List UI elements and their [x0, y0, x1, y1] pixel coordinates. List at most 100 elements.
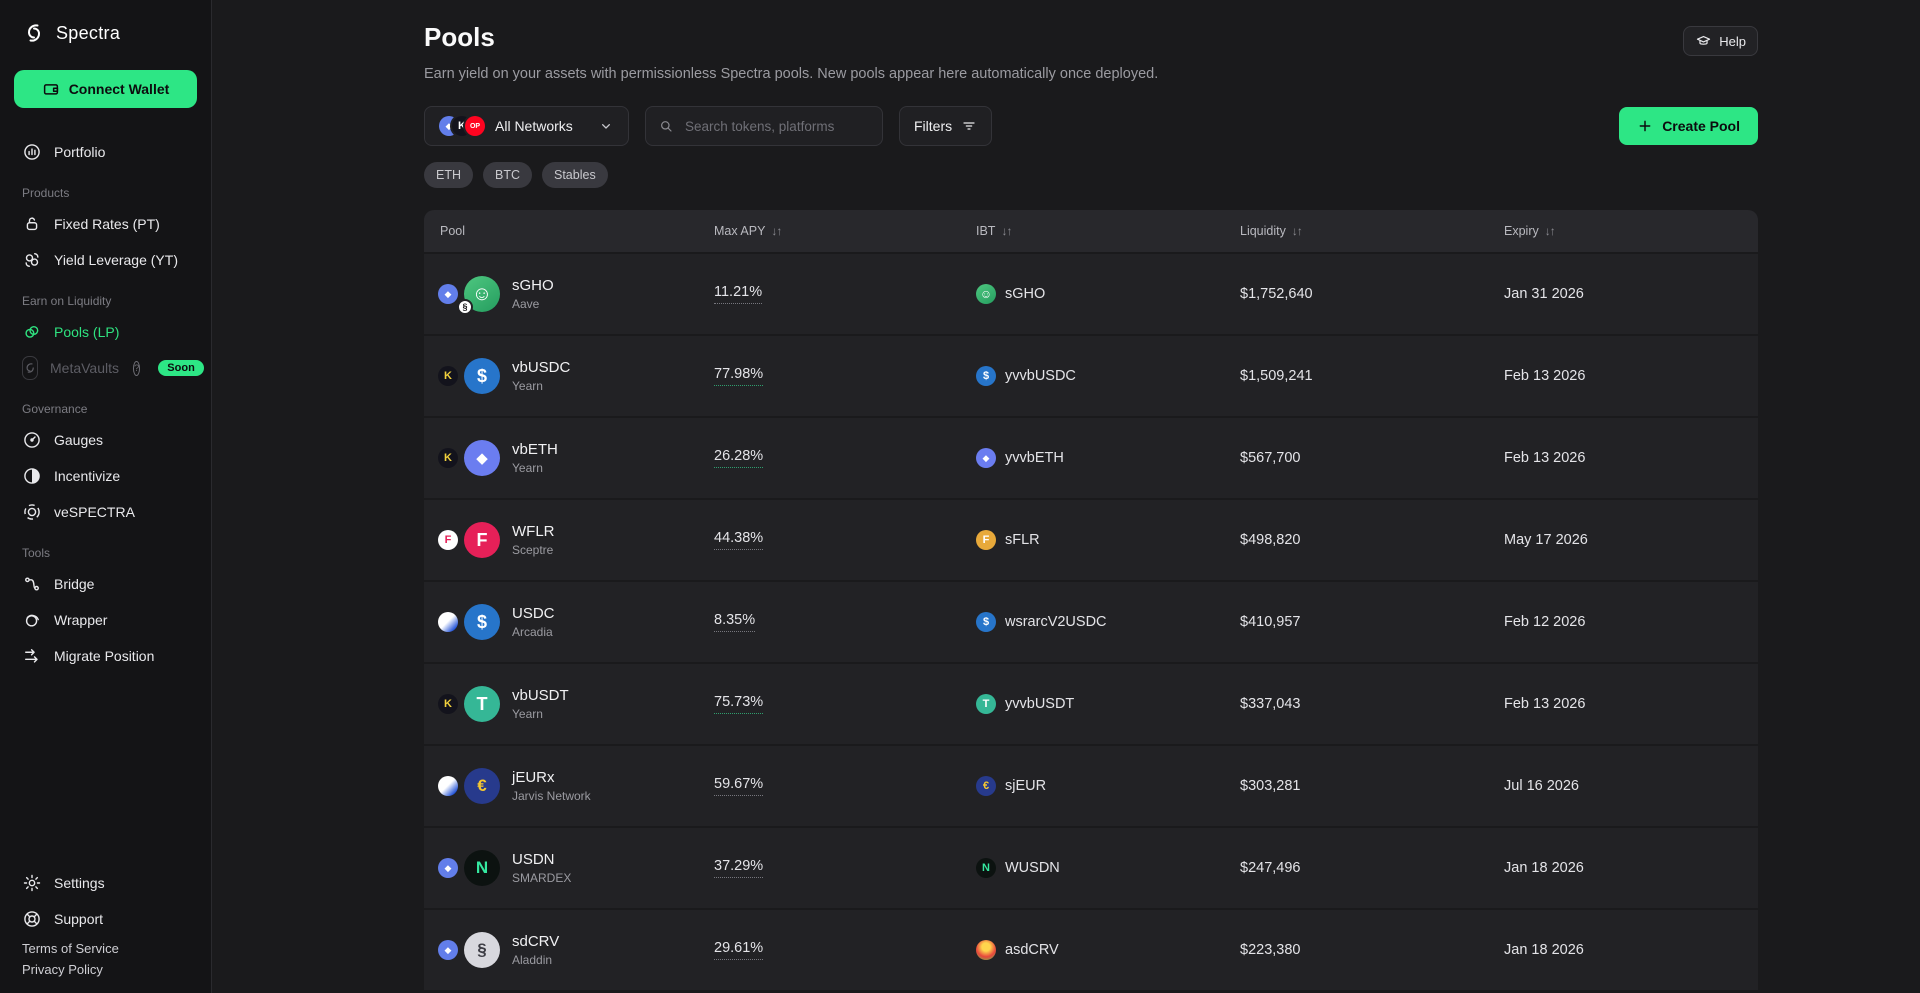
section-label-products: Products	[22, 186, 189, 200]
yield-leverage-icon	[22, 250, 42, 270]
pools-table-header: Pool Max APY ↓↑ IBT ↓↑ Liquidity ↓↑ Expi…	[424, 210, 1758, 252]
max-apy-value[interactable]: 29.61%	[714, 940, 763, 960]
filter-lines-icon	[961, 118, 977, 134]
pool-name: USDN	[512, 851, 571, 868]
pool-table-row[interactable]: K ◆ vbETH Yearn 26.28% ◆ yvvbETH $567,70…	[424, 418, 1758, 498]
chip-btc[interactable]: BTC	[483, 162, 532, 188]
sidebar-item-bridge[interactable]: Bridge	[14, 566, 197, 602]
ibt-name: sGHO	[1005, 286, 1045, 302]
wusdn-token-icon: N	[976, 858, 996, 878]
app-logo: Spectra	[14, 18, 197, 48]
pool-name: WFLR	[512, 523, 555, 540]
pool-table-row[interactable]: $ USDC Arcadia 8.35% $ wsrarcV2USDC $410…	[424, 582, 1758, 662]
sidebar: Spectra Connect Wallet Portfolio Product…	[0, 0, 212, 993]
pool-platform: Yearn	[512, 379, 570, 393]
max-apy-value[interactable]: 11.21%	[714, 284, 762, 304]
column-liquidity[interactable]: Liquidity ↓↑	[1224, 224, 1488, 238]
connect-wallet-button[interactable]: Connect Wallet	[14, 70, 197, 108]
toolbar: ◆ K OP All Networks Filters	[424, 106, 1758, 146]
pool-name: sGHO	[512, 277, 554, 294]
sidebar-item-settings[interactable]: Settings	[14, 865, 197, 901]
column-max-apy[interactable]: Max APY ↓↑	[698, 224, 960, 238]
optimism-network-icon: OP	[465, 116, 485, 136]
ibt-name: sFLR	[1005, 532, 1040, 548]
search-box	[645, 106, 883, 146]
expiry-value: Jan 18 2026	[1504, 942, 1584, 958]
sidebar-item-incentivize[interactable]: Incentivize	[14, 458, 197, 494]
sort-icon: ↓↑	[771, 224, 781, 238]
ibt-name: asdCRV	[1005, 942, 1059, 958]
section-label-earn: Earn on Liquidity	[22, 294, 189, 308]
network-selector[interactable]: ◆ K OP All Networks	[424, 106, 629, 146]
pool-table-row[interactable]: ◆ ☺ § sGHO Aave 11.21% ☺ sGHO $1,752,640…	[424, 254, 1758, 334]
section-label-governance: Governance	[22, 402, 189, 416]
column-pool: Pool	[424, 224, 698, 238]
sdcrv-token-icon: §	[464, 932, 500, 968]
liquidity-value: $1,509,241	[1240, 368, 1313, 384]
pool-table-row[interactable]: K T vbUSDT Yearn 75.73% T yvvbUSDT $337,…	[424, 664, 1758, 744]
pool-platform: Jarvis Network	[512, 789, 591, 803]
filters-button[interactable]: Filters	[899, 106, 992, 146]
expiry-value: Jan 18 2026	[1504, 860, 1584, 876]
terms-of-service-link[interactable]: Terms of Service	[22, 941, 189, 956]
metavaults-icon	[22, 356, 38, 380]
graduation-cap-icon	[1695, 33, 1712, 50]
pool-cell: F F WFLR Sceptre	[424, 522, 698, 558]
pool-name: vbUSDC	[512, 359, 570, 376]
max-apy-value[interactable]: 44.38%	[714, 530, 763, 550]
sidebar-item-portfolio[interactable]: Portfolio	[14, 134, 197, 170]
sidebar-item-gauges[interactable]: Gauges	[14, 422, 197, 458]
pool-platform: Yearn	[512, 707, 569, 721]
ibt-name: WUSDN	[1005, 860, 1060, 876]
create-pool-button[interactable]: Create Pool	[1619, 107, 1758, 145]
help-button[interactable]: Help	[1683, 26, 1758, 56]
search-input[interactable]	[683, 118, 853, 135]
pool-platform: Sceptre	[512, 543, 555, 557]
flare-token-icon: F	[464, 522, 500, 558]
wsrarcv2usdc-token-icon: $	[976, 612, 996, 632]
usdn-token-icon: N	[464, 850, 500, 886]
max-apy-value[interactable]: 26.28%	[714, 448, 763, 468]
pool-name: vbETH	[512, 441, 558, 458]
sidebar-item-support[interactable]: Support	[14, 901, 197, 937]
sidebar-item-fixed-rates[interactable]: Fixed Rates (PT)	[14, 206, 197, 242]
privacy-policy-link[interactable]: Privacy Policy	[22, 962, 189, 977]
chip-stables[interactable]: Stables	[542, 162, 608, 188]
max-apy-value[interactable]: 37.29%	[714, 858, 763, 878]
max-apy-value[interactable]: 75.73%	[714, 694, 763, 714]
question-icon: ?	[133, 361, 140, 376]
plasma-network-icon	[438, 776, 458, 796]
gauge-icon	[22, 430, 42, 450]
pool-cell: ◆ N USDN SMARDEX	[424, 850, 698, 886]
max-apy-value[interactable]: 59.67%	[714, 776, 763, 796]
sort-icon: ↓↑	[1001, 224, 1011, 238]
sidebar-item-yield-leverage[interactable]: Yield Leverage (YT)	[14, 242, 197, 278]
usdc-token-icon: $	[464, 358, 500, 394]
chip-eth[interactable]: ETH	[424, 162, 473, 188]
sidebar-item-vespectra[interactable]: veSPECTRA	[14, 494, 197, 530]
sidebar-item-wrapper[interactable]: Wrapper	[14, 602, 197, 638]
pool-table-row[interactable]: K $ vbUSDC Yearn 77.98% $ yvvbUSDC $1,50…	[424, 336, 1758, 416]
sidebar-spacer	[14, 674, 197, 865]
pool-table-row[interactable]: F F WFLR Sceptre 44.38% F sFLR $498,820 …	[424, 500, 1758, 580]
ibt-name: wsrarcV2USDC	[1005, 614, 1107, 630]
sidebar-item-pools[interactable]: Pools (LP)	[14, 314, 197, 350]
ibt-name: sjEUR	[1005, 778, 1046, 794]
lock-icon	[22, 214, 42, 234]
pool-table-row[interactable]: ◆ N USDN SMARDEX 37.29% N WUSDN $247,496…	[424, 828, 1758, 908]
sidebar-item-migrate[interactable]: Migrate Position	[14, 638, 197, 674]
expiry-value: Feb 13 2026	[1504, 450, 1585, 466]
eth-token-icon: ◆	[464, 440, 500, 476]
max-apy-value[interactable]: 77.98%	[714, 366, 763, 386]
jeur-token-icon: €	[464, 768, 500, 804]
max-apy-value[interactable]: 8.35%	[714, 612, 755, 632]
katana-network-icon: K	[438, 448, 458, 468]
pool-table-row[interactable]: € jEURx Jarvis Network 59.67% € sjEUR $3…	[424, 746, 1758, 826]
pool-name: vbUSDT	[512, 687, 569, 704]
column-expiry[interactable]: Expiry ↓↑	[1488, 224, 1758, 238]
pool-cell: K T vbUSDT Yearn	[424, 686, 698, 722]
column-ibt[interactable]: IBT ↓↑	[960, 224, 1224, 238]
vespectra-icon	[22, 502, 42, 522]
sidebar-item-metavaults[interactable]: MetaVaults ? Soon	[14, 350, 197, 386]
pool-table-row[interactable]: ◆ § sdCRV Aladdin 29.61% asdCRV $223,380…	[424, 910, 1758, 990]
